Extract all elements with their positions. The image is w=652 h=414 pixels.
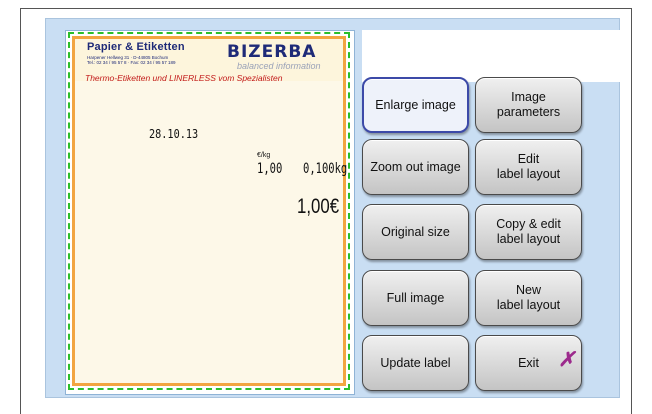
exit-button[interactable]: Exit ✗ [475,335,582,391]
close-x-icon: ✗ [558,349,575,371]
label-price-per-kg: 1,00 [257,161,283,177]
label-header: Papier & Etiketten Harpener Hellweg 31 ·… [75,39,343,83]
label-date: 28.10.13 [149,127,199,141]
label-brand-logo: BIZERBA [227,42,317,62]
exit-label: Exit [518,355,539,370]
label-total-price: 1,00€ [297,195,340,218]
label-address-line-2: Tel.: 02 34 / 95 57 8 · Fax: 02 34 / 95 … [87,60,176,65]
label-preview[interactable]: Papier & Etiketten Harpener Hellweg 31 ·… [68,32,350,390]
zoom-out-image-button[interactable]: Zoom out image [362,139,469,195]
label-weight: 0,100kg [303,161,348,177]
update-label-button[interactable]: Update label [362,335,469,391]
label-tagline: balanced information [237,61,321,71]
label-unit: €/kg [257,152,271,159]
enlarge-image-button[interactable]: Enlarge image [362,77,469,133]
label-company: Papier & Etiketten [87,41,185,53]
image-parameters-button[interactable]: Image parameters [475,77,582,133]
copy-edit-label-layout-button[interactable]: Copy & edit label layout [475,204,582,260]
label-slogan: Thermo-Etiketten und LINERLESS vom Spezi… [85,73,283,83]
original-size-button[interactable]: Original size [362,204,469,260]
edit-label-layout-button[interactable]: Edit label layout [475,139,582,195]
full-image-button[interactable]: Full image [362,270,469,326]
new-label-layout-button[interactable]: New label layout [475,270,582,326]
top-blank-strip [362,30,620,82]
label-address: Harpener Hellweg 31 · D-44805 Bochum Tel… [87,55,217,65]
